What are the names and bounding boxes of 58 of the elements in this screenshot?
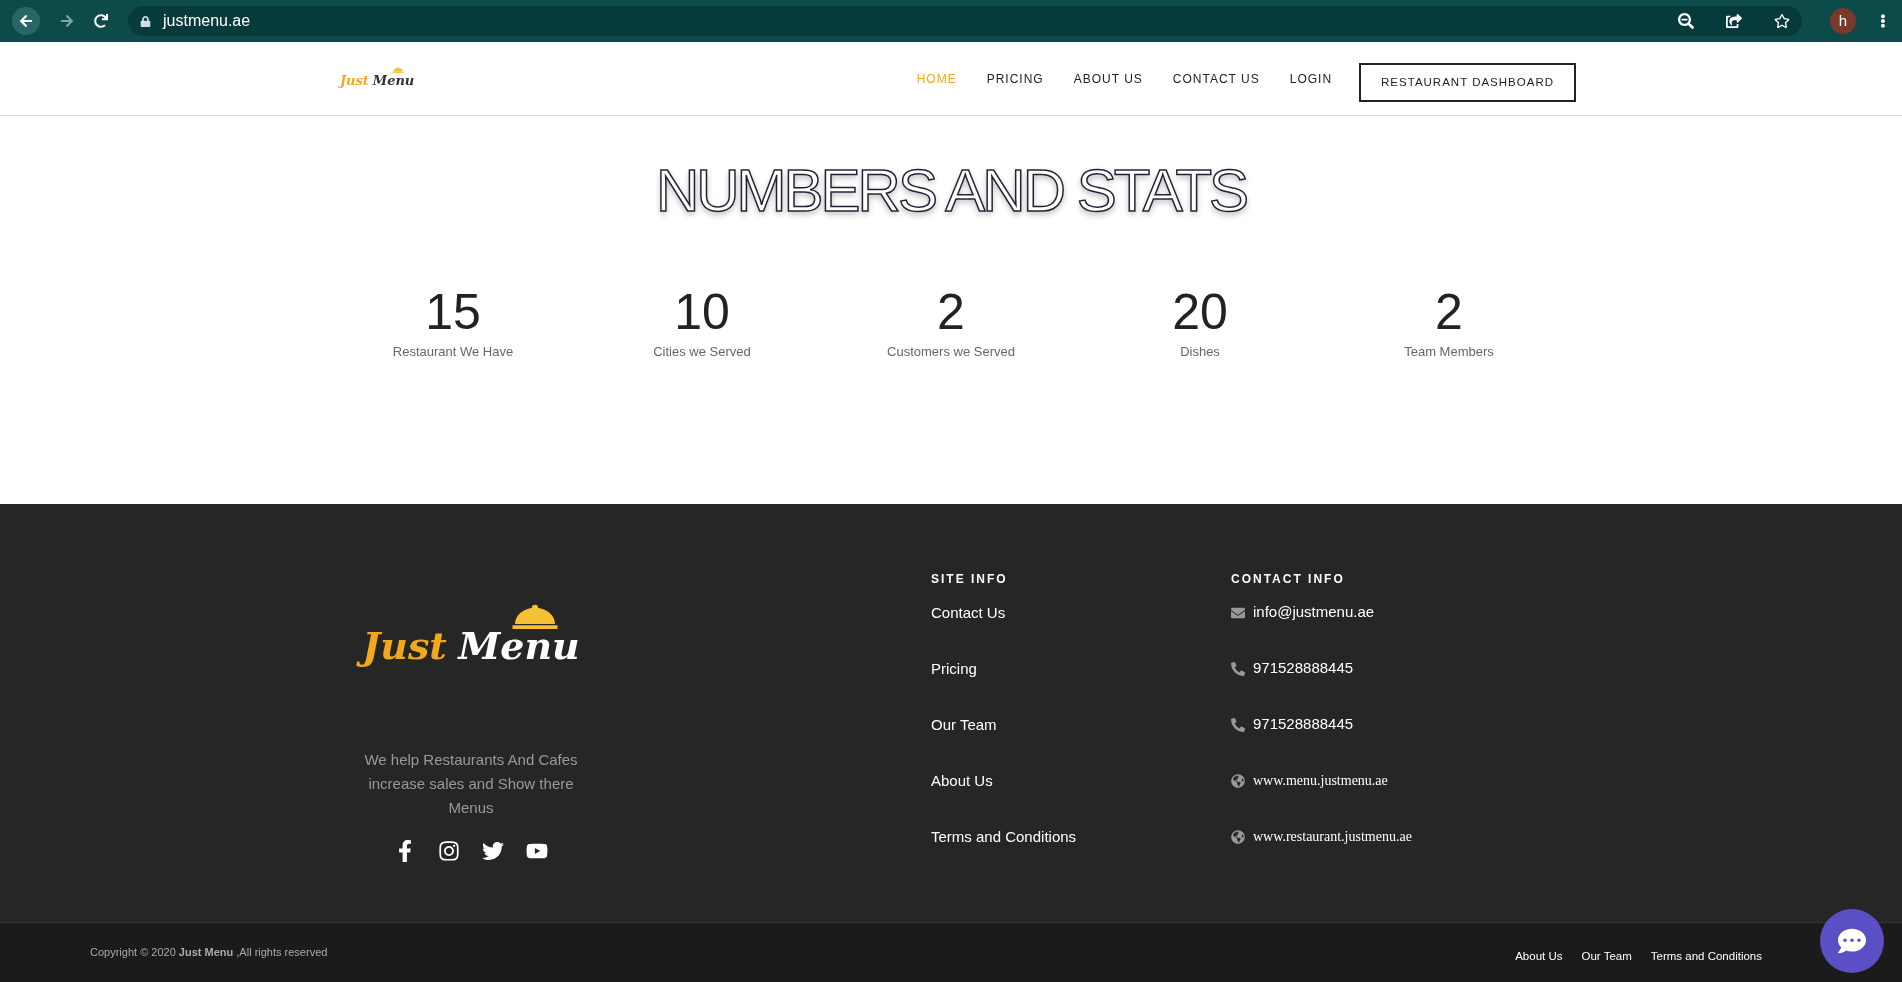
footer-link[interactable]: Contact Us: [931, 602, 1231, 623]
url-text: justmenu.ae: [163, 11, 251, 31]
footer-link[interactable]: About Us: [931, 770, 1231, 791]
contact-text: 971528888445: [1253, 714, 1354, 735]
bottom-link[interactable]: About Us: [1515, 947, 1563, 966]
stat-value: 15: [425, 284, 481, 340]
instagram-icon[interactable]: [438, 840, 460, 863]
globe-icon: [1231, 829, 1245, 844]
cloche-icon: [391, 67, 404, 74]
phone-icon: [1231, 717, 1245, 732]
logo-word: Just: [356, 621, 453, 671]
column-heading: CONTACT INFO: [1231, 571, 1346, 588]
footer-link[interactable]: Terms and Conditions: [931, 826, 1231, 847]
star-icon[interactable]: [1774, 13, 1790, 29]
reload-icon[interactable]: [94, 14, 108, 28]
lock-icon: [140, 15, 151, 27]
contact-text: info@justmenu.ae: [1253, 602, 1375, 623]
section-title: NUMBERS AND STATS: [655, 156, 1247, 226]
back-icon[interactable]: [12, 7, 40, 35]
profile-avatar[interactable]: h: [1830, 8, 1856, 34]
stat-value: 2: [1435, 284, 1463, 340]
share-icon[interactable]: [1726, 13, 1742, 29]
column-heading: SITE INFO: [931, 571, 1009, 588]
stat-label: Cities we Served: [653, 343, 751, 361]
twitter-icon[interactable]: [482, 840, 504, 863]
nav-link[interactable]: PRICING: [986, 69, 1044, 88]
bottom-link[interactable]: Terms and Conditions: [1650, 947, 1762, 966]
stat-value: 10: [674, 284, 730, 340]
stat-label: Dishes: [1180, 343, 1220, 361]
nav-link[interactable]: LOGIN: [1289, 69, 1333, 88]
phone-icon: [1231, 661, 1245, 676]
tagline: We help Restaurants And Cafes increase sales and Show there Menus: [363, 750, 579, 819]
logo[interactable]: Just Menu: [338, 67, 417, 90]
logo-word: Menu: [371, 73, 416, 90]
stat-label: Team Members: [1404, 343, 1494, 361]
nav-link[interactable]: ABOUT US: [1073, 69, 1143, 88]
stat-value: 2: [937, 284, 965, 340]
dashboard-button[interactable]: RESTAURANT DASHBOARD: [1359, 63, 1576, 102]
logo-word: Just: [338, 73, 370, 90]
bottom-link[interactable]: Our Team: [1581, 947, 1632, 966]
stat-label: Customers we Served: [887, 343, 1015, 361]
logo[interactable]: Just Menu: [356, 604, 586, 671]
forward-icon[interactable]: [60, 14, 74, 28]
address-bar[interactable]: justmenu.ae: [128, 6, 1802, 36]
contact-text: www.restaurant.justmenu.ae: [1253, 828, 1412, 846]
stat-label: Restaurant We Have: [392, 343, 514, 361]
stat-value: 20: [1172, 284, 1228, 340]
chat-icon: [1838, 927, 1866, 955]
contact-text: 971528888445: [1253, 658, 1354, 679]
contact-text: www.menu.justmenu.ae: [1253, 772, 1388, 790]
nav-link[interactable]: CONTACT US: [1172, 69, 1260, 88]
footer-link[interactable]: Our Team: [931, 714, 1231, 735]
globe-icon: [1231, 773, 1245, 788]
envelope-icon: [1231, 605, 1245, 620]
footer-link[interactable]: Pricing: [931, 658, 1231, 679]
logo-word: Menu: [456, 622, 581, 670]
zoom-icon[interactable]: [1678, 13, 1694, 29]
copyright-text: Copyright © 2020 Just Menu ,All rights reserved: [90, 945, 328, 961]
